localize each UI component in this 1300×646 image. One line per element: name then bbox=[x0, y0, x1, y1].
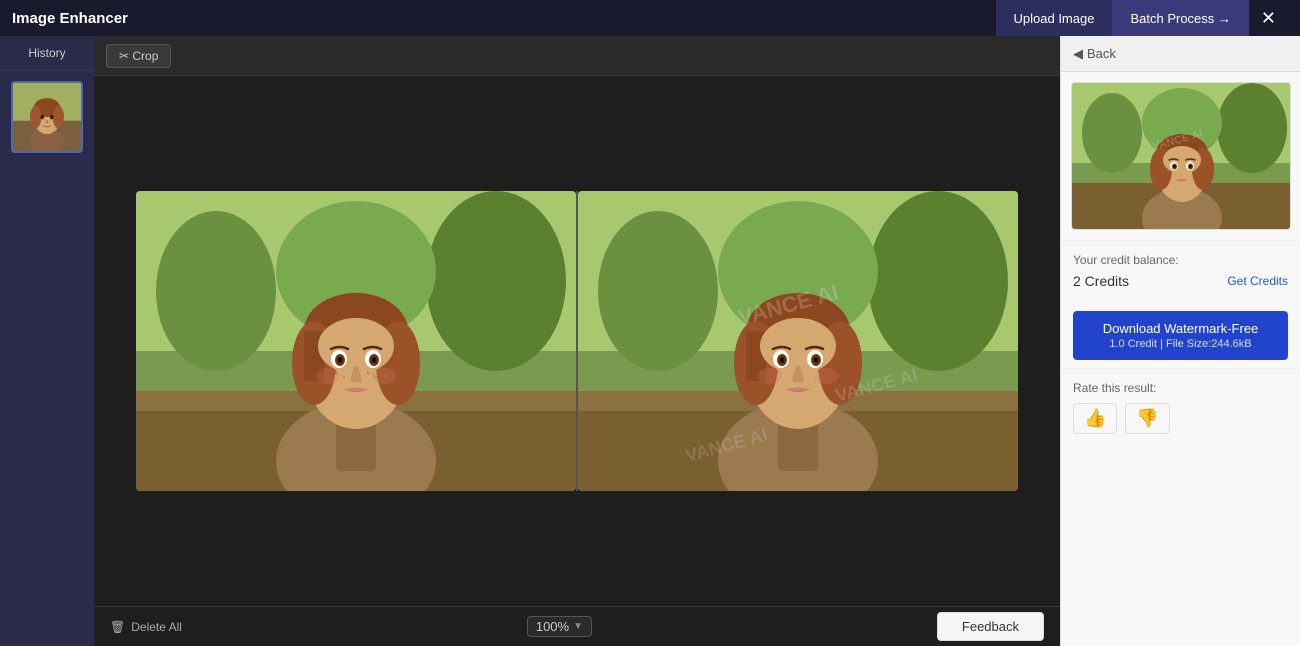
credit-section: Your credit balance: 2 Credits Get Credi… bbox=[1061, 240, 1300, 311]
crop-button[interactable]: ✂ Crop bbox=[106, 44, 171, 68]
main-area: History bbox=[0, 36, 1300, 646]
back-chevron-icon: ◀ bbox=[1073, 46, 1083, 62]
feedback-button[interactable]: Feedback bbox=[937, 612, 1044, 641]
credit-count: 2 Credits bbox=[1073, 273, 1129, 289]
download-sub-label: 1.0 Credit | File Size:244.6kB bbox=[1083, 338, 1278, 350]
rate-label: Rate this result: bbox=[1073, 381, 1288, 395]
batch-process-button[interactable]: Batch Process → bbox=[1112, 0, 1248, 36]
thumb-face-illustration bbox=[13, 83, 81, 151]
rate-buttons: 👍 👎 bbox=[1073, 403, 1288, 434]
right-panel: ◀ Back bbox=[1060, 36, 1300, 646]
canvas-area: ✂ Crop bbox=[94, 36, 1060, 646]
header-left: Image Enhancer bbox=[12, 10, 128, 27]
rate-section: Rate this result: 👍 👎 bbox=[1061, 368, 1300, 446]
original-image bbox=[136, 191, 576, 491]
bottom-bar: 🗑 Delete All 100% ▼ Feedback bbox=[94, 606, 1060, 646]
delete-all-label: Delete All bbox=[131, 620, 182, 634]
original-image-panel bbox=[136, 191, 576, 491]
enhanced-image-panel: VANCE AI VANCE AI VANCE AI bbox=[578, 191, 1018, 491]
preview-illustration: VANCE AI bbox=[1072, 83, 1291, 230]
credit-row: 2 Credits Get Credits bbox=[1073, 273, 1288, 289]
trash-icon: 🗑 bbox=[110, 620, 125, 634]
canvas-content: VANCE AI VANCE AI VANCE AI bbox=[94, 76, 1060, 606]
result-preview-image: VANCE AI bbox=[1071, 82, 1291, 230]
thumbs-up-button[interactable]: 👍 bbox=[1073, 403, 1117, 434]
get-credits-link[interactable]: Get Credits bbox=[1227, 274, 1288, 288]
right-panel-header: ◀ Back bbox=[1061, 36, 1300, 72]
app-header: Image Enhancer Upload Image Batch Proces… bbox=[0, 0, 1300, 36]
enhanced-image: VANCE AI VANCE AI VANCE AI bbox=[578, 191, 1018, 491]
app-title: Image Enhancer bbox=[12, 10, 128, 27]
history-thumbnail[interactable] bbox=[11, 81, 83, 153]
sidebar: History bbox=[0, 36, 94, 646]
delete-all-button[interactable]: 🗑 Delete All bbox=[110, 620, 182, 634]
download-button[interactable]: Download Watermark-Free 1.0 Credit | Fil… bbox=[1073, 311, 1288, 360]
thumbs-down-button[interactable]: 👎 bbox=[1125, 403, 1169, 434]
credit-balance-label: Your credit balance: bbox=[1073, 253, 1288, 267]
zoom-arrow-icon: ▼ bbox=[573, 621, 583, 632]
close-button[interactable]: ✕ bbox=[1249, 0, 1288, 36]
upload-image-button[interactable]: Upload Image bbox=[996, 0, 1113, 36]
canvas-toolbar: ✂ Crop bbox=[94, 36, 1060, 76]
back-button[interactable]: ◀ Back bbox=[1073, 46, 1116, 62]
download-label: Download Watermark-Free bbox=[1083, 321, 1278, 336]
history-tab[interactable]: History bbox=[0, 36, 94, 71]
zoom-value: 100% bbox=[536, 619, 569, 634]
header-right: Upload Image Batch Process → ✕ bbox=[996, 0, 1288, 36]
back-label: Back bbox=[1087, 46, 1116, 61]
zoom-control[interactable]: 100% ▼ bbox=[527, 616, 592, 637]
thumb-image bbox=[13, 83, 81, 151]
